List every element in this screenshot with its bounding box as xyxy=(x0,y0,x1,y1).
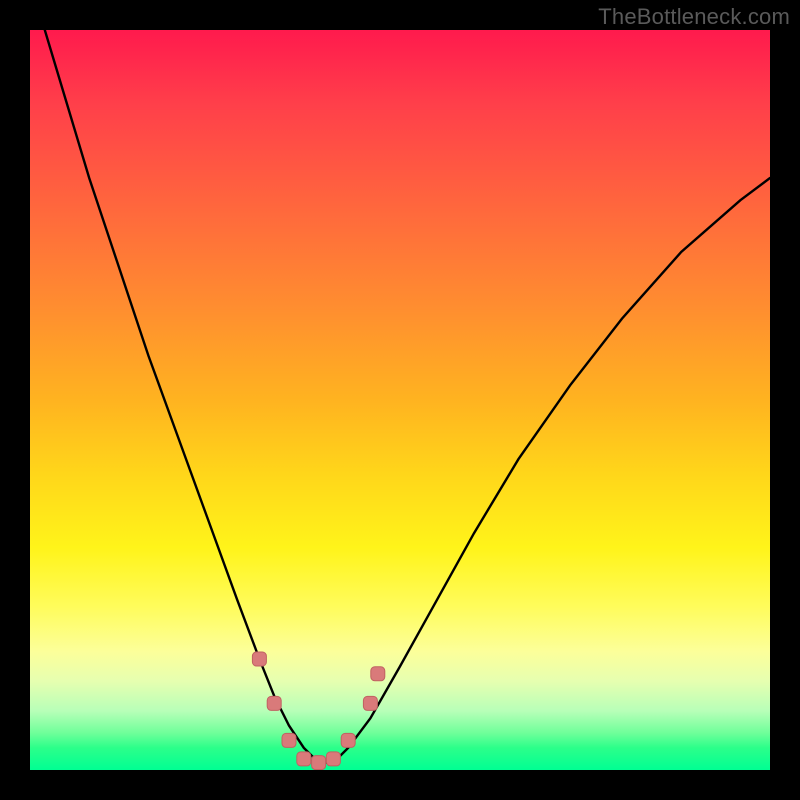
curve-marker xyxy=(267,696,281,710)
curve-marker xyxy=(341,733,355,747)
watermark-text: TheBottleneck.com xyxy=(598,4,790,30)
curve-svg xyxy=(30,30,770,770)
plot-area xyxy=(30,30,770,770)
chart-frame: TheBottleneck.com xyxy=(0,0,800,800)
curve-marker xyxy=(371,667,385,681)
bottleneck-curve xyxy=(45,30,770,763)
curve-marker xyxy=(297,752,311,766)
curve-marker xyxy=(252,652,266,666)
curve-marker xyxy=(312,756,326,770)
curve-marker xyxy=(363,696,377,710)
curve-markers xyxy=(252,652,384,770)
curve-marker xyxy=(282,733,296,747)
curve-marker xyxy=(326,752,340,766)
